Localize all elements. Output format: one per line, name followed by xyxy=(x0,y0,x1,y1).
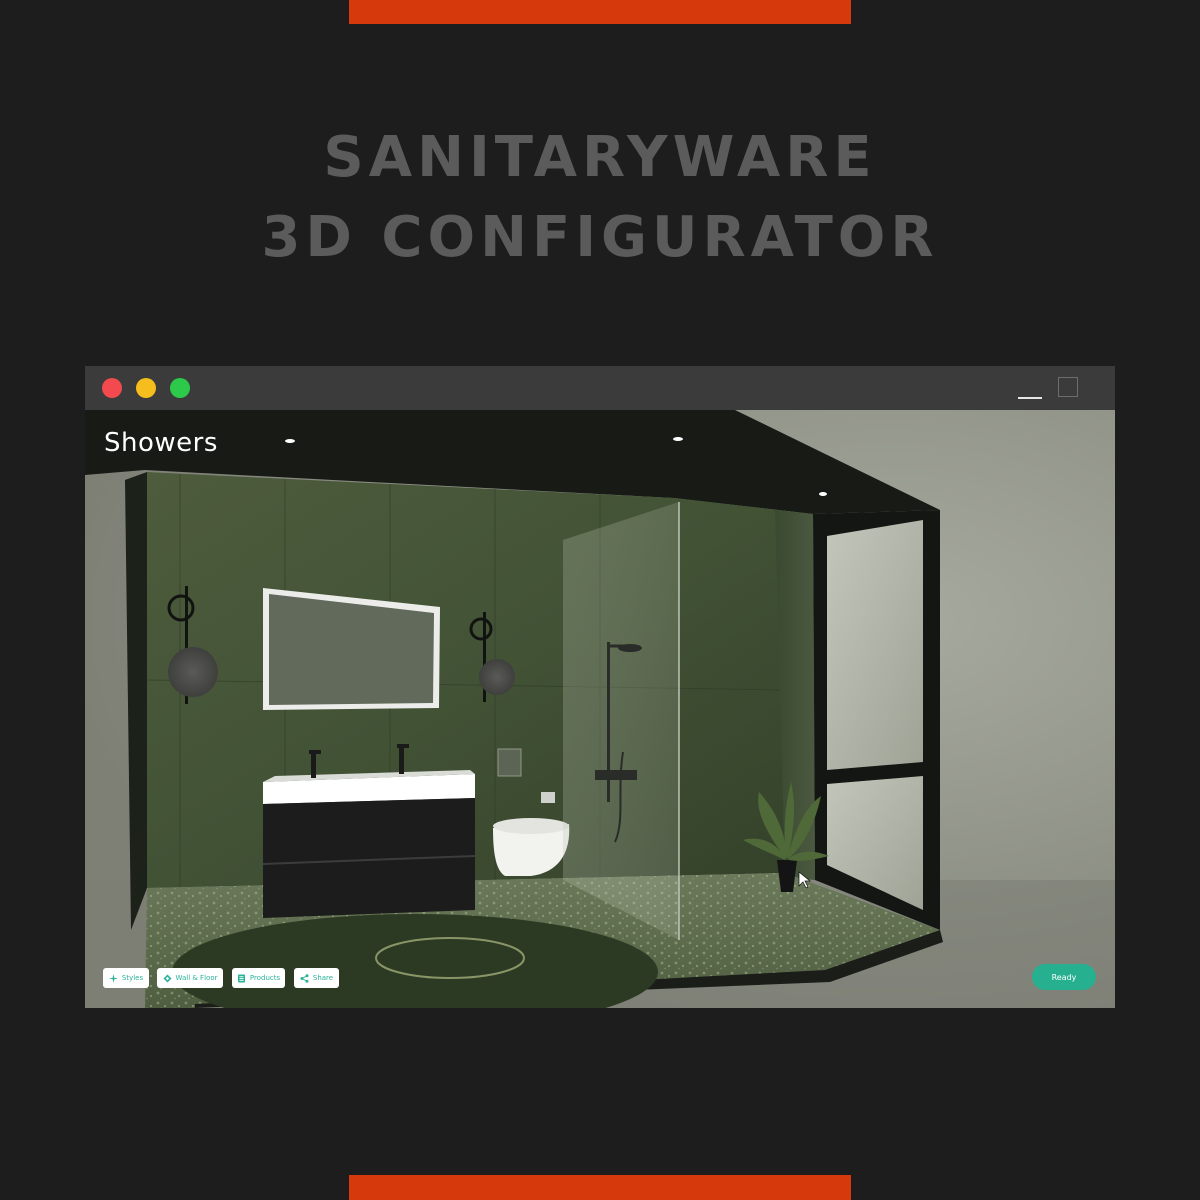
bathroom-render xyxy=(85,410,1115,1008)
minimize-icon[interactable] xyxy=(1018,397,1042,399)
ceiling-light-2 xyxy=(673,437,683,441)
headline-line-2: 3D CONFIGURATOR xyxy=(261,205,939,270)
accent-bar-bottom xyxy=(349,1175,851,1200)
wall-floor-button-label: Wall & Floor xyxy=(175,974,218,982)
paper-holder xyxy=(541,792,555,803)
products-button[interactable]: Products xyxy=(232,968,285,988)
ceiling-light-4 xyxy=(819,492,827,496)
window-glass-upper xyxy=(827,520,923,770)
wall-floor-button[interactable]: Wall & Floor xyxy=(157,968,223,988)
ceiling-light-1 xyxy=(285,439,295,443)
ready-button[interactable]: Ready xyxy=(1032,964,1096,990)
wall-lamp-right xyxy=(479,659,515,695)
accent-bar-top xyxy=(349,0,851,24)
headline-line-1: SANITARYWARE xyxy=(323,125,877,190)
shower-glass xyxy=(563,502,679,940)
share-button-label: Share xyxy=(312,974,334,982)
faucet-right xyxy=(399,746,404,774)
layers-icon xyxy=(163,974,172,983)
share-button[interactable]: Share xyxy=(294,968,339,988)
styles-button-label: Styles xyxy=(121,974,144,982)
share-icon xyxy=(300,973,309,983)
products-button-label: Products xyxy=(249,974,281,982)
scene-title: Showers xyxy=(104,428,218,458)
headline: SANITARYWARE 3D CONFIGURATOR xyxy=(0,118,1200,278)
shower-head xyxy=(618,644,642,652)
minimize-dot[interactable] xyxy=(136,378,156,398)
app-window: Showers Styles Wall & Floor Products Sha… xyxy=(85,366,1115,1008)
maximize-icon[interactable] xyxy=(1058,377,1078,397)
sparkle-icon xyxy=(108,973,118,983)
zoom-dot[interactable] xyxy=(170,378,190,398)
faucet-left xyxy=(311,752,316,778)
bathroom-3d-viewport[interactable] xyxy=(85,410,1115,1008)
close-dot[interactable] xyxy=(102,378,122,398)
styles-button[interactable]: Styles xyxy=(103,968,149,988)
list-icon xyxy=(237,974,246,983)
shower-thermostat xyxy=(595,770,637,780)
wall-lamp-left xyxy=(168,647,218,697)
window-titlebar xyxy=(85,366,1115,410)
mirror xyxy=(269,594,434,705)
flush-plate xyxy=(497,748,522,777)
